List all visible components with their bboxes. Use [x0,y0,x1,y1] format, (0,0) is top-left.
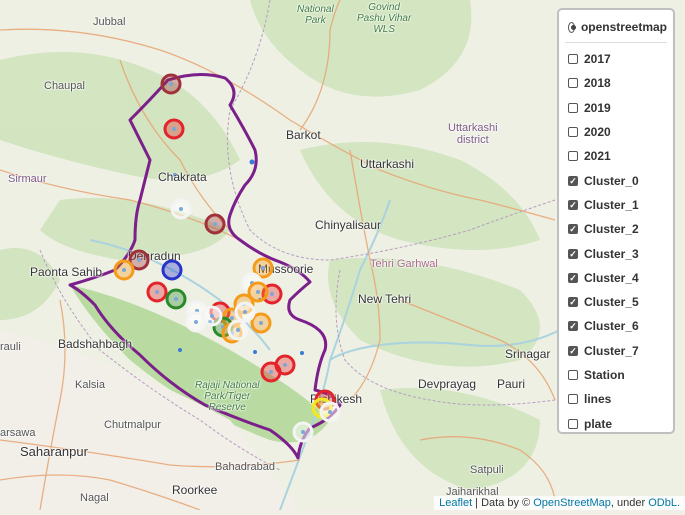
overlay-option[interactable]: 2021 [565,144,667,168]
base-layer-option[interactable]: openstreetmap [565,16,667,38]
checkbox-icon[interactable] [568,151,578,162]
checkbox-icon[interactable] [568,102,578,113]
overlay-label: Cluster_1 [584,197,639,212]
cluster-marker[interactable] [201,305,223,327]
attribution-text: , under [610,497,649,509]
cluster-marker[interactable] [146,281,168,303]
overlay-option[interactable]: ✓ Cluster_2 [565,217,667,241]
overlay-label: plate [584,416,613,431]
overlay-option[interactable]: ✓ Cluster_4 [565,266,667,290]
overlay-list: 2017 2018 2019 2020 2021 ✓ Cluster_0 ✓ Cluster_1… [565,47,667,436]
overlay-option[interactable]: ✓ Cluster_1 [565,193,667,217]
checkbox-icon[interactable] [568,418,578,429]
checkbox-icon[interactable]: ✓ [568,175,578,186]
overlay-label: Cluster_6 [584,319,639,334]
overlay-label: 2019 [584,100,611,115]
checkbox-icon[interactable] [568,78,578,89]
overlay-label: Cluster_3 [584,246,639,261]
attribution: Leaflet | Data by © OpenStreetMap, under… [434,496,685,510]
overlay-label: 2020 [584,125,611,140]
radio-icon[interactable] [568,21,576,33]
osm-link[interactable]: OpenStreetMap [533,497,611,509]
cluster-marker[interactable] [113,259,135,281]
overlay-option[interactable]: 2017 [565,47,667,71]
cluster-marker[interactable] [292,421,314,443]
cluster-marker[interactable] [161,259,183,281]
overlay-option[interactable]: Station [565,363,667,387]
cluster-marker[interactable] [204,213,226,235]
checkbox-icon[interactable]: ✓ [568,321,578,332]
divider [565,42,667,43]
checkbox-icon[interactable]: ✓ [568,272,578,283]
overlay-option[interactable]: lines [565,387,667,411]
cluster-marker[interactable] [227,319,249,341]
overlay-option[interactable]: 2019 [565,96,667,120]
overlay-option[interactable]: 2020 [565,120,667,144]
overlay-label: Station [584,368,625,382]
overlay-option[interactable]: plate [565,411,667,435]
cluster-marker[interactable] [170,198,192,220]
overlay-option[interactable]: ✓ Cluster_7 [565,339,667,363]
overlay-label: Cluster_4 [584,270,639,285]
overlay-option[interactable]: ✓ Cluster_3 [565,241,667,265]
overlay-label: Cluster_0 [584,173,639,188]
checkbox-icon[interactable]: ✓ [568,297,578,308]
overlay-label: Cluster_7 [584,343,639,358]
base-layer-label: openstreetmap [580,20,667,34]
checkbox-icon[interactable] [568,127,578,138]
overlay-option[interactable]: ✓ Cluster_6 [565,314,667,338]
attribution-text: | Data by © [472,497,534,509]
overlay-label: Cluster_5 [584,295,639,310]
checkbox-icon[interactable]: ✓ [568,248,578,259]
cluster-marker[interactable] [163,118,185,140]
checkbox-icon[interactable]: ✓ [568,345,578,356]
overlay-label: 2017 [584,52,611,67]
cluster-marker[interactable] [160,73,182,95]
overlay-option[interactable]: ✓ Cluster_0 [565,168,667,192]
odbl-link[interactable]: ODbL. [648,497,680,509]
cluster-marker[interactable] [234,301,256,323]
overlay-option[interactable]: 2018 [565,71,667,95]
cluster-marker[interactable] [319,401,341,423]
layer-control: openstreetmap 2017 2018 2019 2020 2021 ✓ Clust… [557,8,675,434]
cluster-marker[interactable] [250,312,272,334]
checkbox-icon[interactable] [568,370,578,380]
checkbox-icon[interactable]: ✓ [568,224,578,235]
overlay-label: 2018 [584,76,611,91]
overlay-option[interactable]: ✓ Cluster_5 [565,290,667,314]
overlay-label: lines [584,392,612,407]
checkbox-icon[interactable]: ✓ [568,199,578,210]
overlay-label: Cluster_2 [584,222,639,237]
overlay-label: 2021 [584,149,611,164]
checkbox-icon[interactable] [568,54,578,65]
cluster-marker[interactable] [165,288,187,310]
checkbox-icon[interactable] [568,394,578,405]
leaflet-link[interactable]: Leaflet [439,497,472,509]
cluster-marker[interactable] [260,361,282,383]
